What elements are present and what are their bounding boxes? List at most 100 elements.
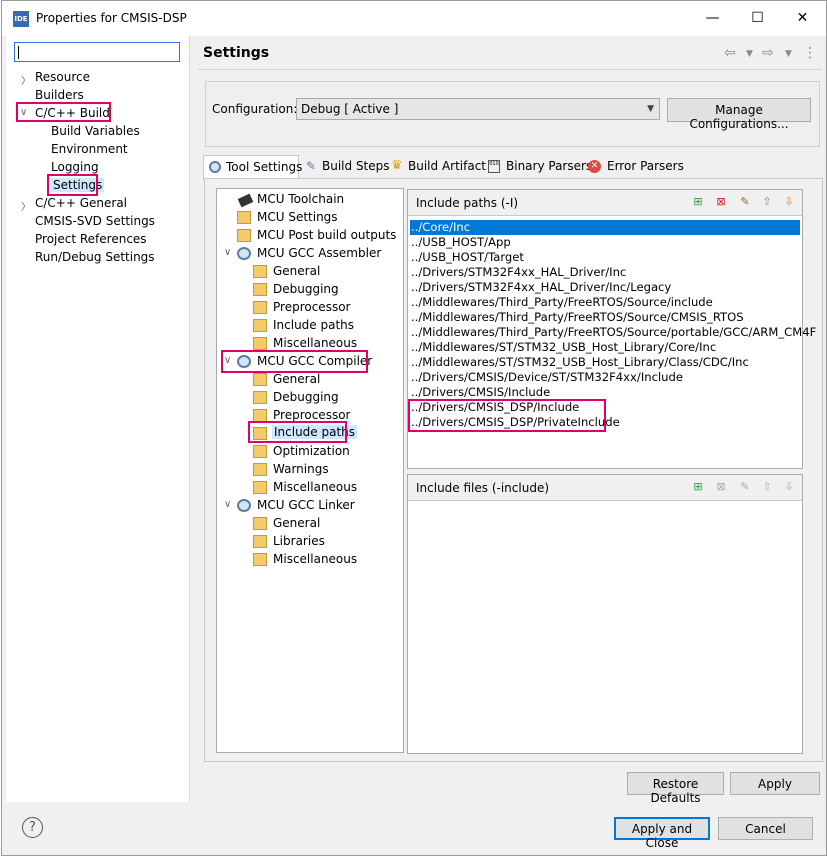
list-item[interactable]: ../Middlewares/ST/STM32_USB_Host_Library… <box>410 355 749 370</box>
include-paths-pane: Include paths (-I) ⊞ ⊠ ✎ ⇧ ⇩ ../Core/Inc… <box>407 189 816 469</box>
folder-icon <box>237 229 251 242</box>
delete-icon[interactable]: ⊠ <box>714 195 728 209</box>
move-up-icon: ⇧ <box>762 480 772 493</box>
chevron-down-icon[interactable]: ∨ <box>224 499 231 510</box>
tree-asm-preprocessor[interactable]: Preprocessor <box>273 300 350 314</box>
nav-resource[interactable]: Resource <box>35 70 90 84</box>
highlight-box <box>408 399 606 432</box>
list-item[interactable]: ../Core/Inc <box>410 220 800 235</box>
restore-defaults-button[interactable]: Restore Defaults <box>627 772 724 805</box>
nav-build-variables[interactable]: Build Variables <box>51 124 140 138</box>
apply-button[interactable]: Apply <box>730 772 820 795</box>
minimize-button[interactable]: — <box>690 1 735 36</box>
nav-logging[interactable]: Logging <box>51 160 99 174</box>
chevron-right-icon[interactable]: 〉 <box>21 198 31 213</box>
tree-cc-miscellaneous[interactable]: Miscellaneous <box>273 480 357 494</box>
properties-dialog: IDE Properties for CMSIS-DSP — ☐ ✕ 〉 Res… <box>1 0 827 856</box>
tree-cc-preprocessor[interactable]: Preprocessor <box>273 408 350 422</box>
back-arrow-icon[interactable]: ⇦ <box>724 45 736 61</box>
tree-asm-general[interactable]: General <box>273 264 320 278</box>
highlight-box <box>221 350 368 373</box>
back-menu-icon[interactable]: ▼ <box>746 49 753 59</box>
add-icon[interactable]: ⊞ <box>691 195 705 209</box>
tree-mcu-toolchain[interactable]: MCU Toolchain <box>257 192 344 206</box>
include-files-header: Include files (-include) ⊞ ⊠ ✎ ⇧ ⇩ <box>408 475 802 501</box>
apply-and-close-button[interactable]: Apply and Close <box>614 817 710 850</box>
nav-environment[interactable]: Environment <box>51 142 128 156</box>
title-bar: IDE Properties for CMSIS-DSP — ☐ ✕ <box>2 1 826 36</box>
list-item[interactable]: ../Drivers/CMSIS/Device/ST/STM32F4xx/Inc… <box>410 370 683 385</box>
chevron-right-icon[interactable]: 〉 <box>21 72 31 87</box>
edit-icon[interactable]: ✎ <box>738 195 752 209</box>
binary-icon: 010 <box>488 160 500 173</box>
tree-cc-general[interactable]: General <box>273 372 320 386</box>
move-down-icon: ⇩ <box>784 480 794 493</box>
list-item[interactable]: ../Middlewares/Third_Party/FreeRTOS/Sour… <box>410 295 713 310</box>
folder-icon <box>253 373 267 386</box>
tree-ld-libraries[interactable]: Libraries <box>273 534 325 548</box>
nav-cmsis-svd[interactable]: CMSIS-SVD Settings <box>35 214 155 228</box>
manage-configurations-button[interactable]: Manage Configurations... <box>667 98 811 131</box>
highlight-box <box>47 174 98 196</box>
close-button[interactable]: ✕ <box>780 1 825 36</box>
list-item[interactable]: ../Drivers/CMSIS/Include <box>410 385 550 400</box>
nav-project-references[interactable]: Project References <box>35 232 147 246</box>
header-divider <box>198 69 822 70</box>
list-item[interactable]: ../USB_HOST/App <box>410 235 511 250</box>
configuration-select[interactable]: Debug [ Active ] ▼ <box>296 98 660 120</box>
tree-mcu-settings[interactable]: MCU Settings <box>257 210 338 224</box>
configuration-label: Configuration: <box>212 102 298 116</box>
nav-run-debug[interactable]: Run/Debug Settings <box>35 250 155 264</box>
folder-icon <box>253 517 267 530</box>
tool-settings-tree: MCU Toolchain MCU Settings MCU Post buil… <box>216 188 404 753</box>
include-files-label: Include files (-include) <box>416 481 550 495</box>
forward-arrow-icon[interactable]: ⇨ <box>762 45 774 61</box>
add-icon[interactable]: ⊞ <box>691 480 705 494</box>
move-up-icon[interactable]: ⇧ <box>760 195 774 209</box>
edit-icon: ✎ <box>740 480 750 493</box>
folder-icon <box>253 283 267 296</box>
nav-cpp-general[interactable]: C/C++ General <box>35 196 127 210</box>
list-item[interactable]: ../Drivers/STM32F4xx_HAL_Driver/Inc/Lega… <box>410 280 671 295</box>
list-item[interactable]: ../Middlewares/Third_Party/FreeRTOS/Sour… <box>410 325 816 340</box>
chevron-down-icon: ▼ <box>647 104 654 114</box>
highlight-box <box>248 421 347 443</box>
chevron-down-icon[interactable]: ∨ <box>224 247 231 258</box>
tree-asm-debugging[interactable]: Debugging <box>273 282 339 296</box>
list-item[interactable]: ../USB_HOST/Target <box>410 250 524 265</box>
folder-icon <box>237 211 251 224</box>
cancel-button[interactable]: Cancel <box>718 817 813 840</box>
ide-app-icon: IDE <box>13 11 29 27</box>
folder-icon <box>253 535 267 548</box>
folder-icon <box>253 319 267 332</box>
trophy-icon: ♛ <box>391 158 403 173</box>
move-down-icon[interactable]: ⇩ <box>782 195 796 209</box>
chip-icon <box>237 193 254 208</box>
list-item[interactable]: ../Middlewares/ST/STM32_USB_Host_Library… <box>410 340 716 355</box>
gear-icon <box>237 247 251 260</box>
help-icon[interactable]: ? <box>22 817 43 838</box>
filter-input[interactable] <box>14 42 180 62</box>
tree-cc-warnings[interactable]: Warnings <box>273 462 329 476</box>
text-cursor <box>18 46 19 59</box>
list-item[interactable]: ../Drivers/STM32F4xx_HAL_Driver/Inc <box>410 265 626 280</box>
tree-cc-optimization[interactable]: Optimization <box>273 444 350 458</box>
view-menu-icon[interactable]: ⋮ <box>803 45 817 61</box>
tree-ld-general[interactable]: General <box>273 516 320 530</box>
tree-ld-miscellaneous[interactable]: Miscellaneous <box>273 552 357 566</box>
tree-cc-debugging[interactable]: Debugging <box>273 390 339 404</box>
include-paths-label: Include paths (-I) <box>416 196 519 210</box>
folder-icon <box>253 391 267 404</box>
tree-asm-miscellaneous[interactable]: Miscellaneous <box>273 336 357 350</box>
forward-menu-icon[interactable]: ▼ <box>785 49 792 59</box>
tree-mcu-post-build[interactable]: MCU Post build outputs <box>257 228 396 242</box>
property-page-tree: 〉 Resource Builders ∨ C/C++ Build Build … <box>6 36 190 802</box>
tree-asm-include-paths[interactable]: Include paths <box>273 318 354 332</box>
window-title: Properties for CMSIS-DSP <box>36 11 187 25</box>
maximize-button[interactable]: ☐ <box>735 1 780 36</box>
nav-builders[interactable]: Builders <box>35 88 84 102</box>
list-item[interactable]: ../Middlewares/Third_Party/FreeRTOS/Sour… <box>410 310 744 325</box>
delete-icon: ⊠ <box>716 480 726 493</box>
tree-gcc-assembler[interactable]: MCU GCC Assembler <box>257 246 381 260</box>
tree-gcc-linker[interactable]: MCU GCC Linker <box>257 498 355 512</box>
